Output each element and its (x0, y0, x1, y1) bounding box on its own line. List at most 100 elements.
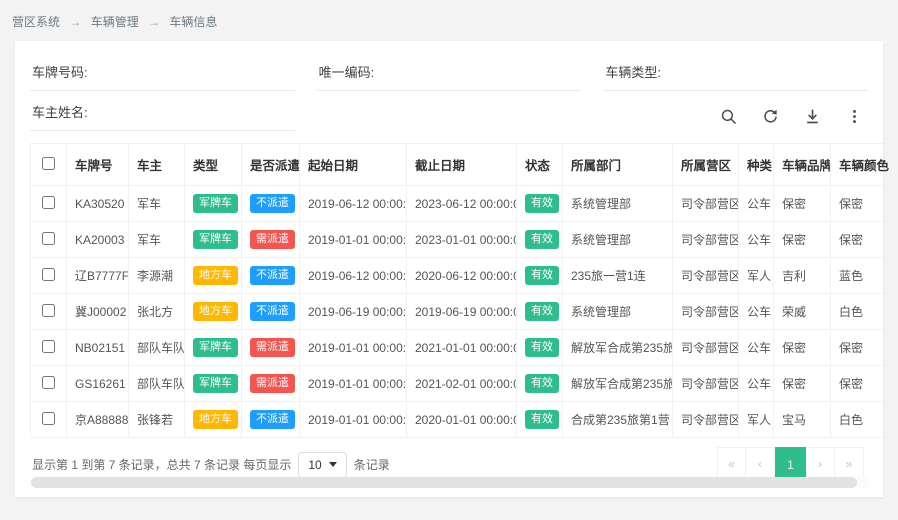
records-unit-text: 条记录 (354, 456, 390, 473)
horizontal-scrollbar-thumb[interactable] (31, 477, 857, 488)
column-header: 车主 (129, 144, 185, 186)
type-badge: 军牌车 (193, 194, 238, 213)
column-header: 车辆颜色 (831, 144, 897, 186)
owner-name-field: 车主姓名: (30, 93, 295, 131)
type-cell: 军牌车 (185, 186, 242, 222)
start-date-cell: 2019-01-01 00:00:00 (300, 366, 407, 402)
status-cell: 有效 (517, 258, 563, 294)
download-icon (804, 108, 821, 125)
row-checkbox[interactable] (42, 304, 55, 317)
camp-cell: 司令部营区 (673, 402, 739, 438)
color-cell: 白色 (831, 402, 897, 438)
breadcrumb-item-vehicle-management[interactable]: 车辆管理 (91, 15, 139, 29)
download-button[interactable] (804, 108, 822, 126)
row-checkbox[interactable] (42, 340, 55, 353)
camp-cell: 司令部营区 (673, 258, 739, 294)
vehicle-type-input[interactable] (667, 63, 866, 80)
department-cell: 合成第235旅第1营 (563, 402, 673, 438)
refresh-button[interactable] (762, 108, 780, 126)
row-checkbox[interactable] (42, 412, 55, 425)
table-row: 辽B7777F李源潮地方车不派遣2019-06-12 00:00:002020-… (31, 258, 897, 294)
type-badge: 地方车 (193, 266, 238, 285)
dispatch-cell: 需派遣 (242, 330, 300, 366)
start-date-cell: 2019-06-12 00:00:00 (300, 186, 407, 222)
search-icon (720, 108, 737, 125)
dispatch-badge: 不派遣 (250, 266, 295, 285)
plate-cell: GS16261 (67, 366, 129, 402)
plate-number-field: 车牌号码: (30, 53, 295, 91)
pagination-last[interactable]: » (835, 447, 864, 480)
status-badge: 有效 (525, 194, 559, 213)
column-header: 车辆品牌 (774, 144, 831, 186)
pagination-prev[interactable]: ‹ (746, 447, 775, 480)
breadcrumb-item-vehicle-info[interactable]: 车辆信息 (169, 15, 217, 29)
column-header: 截止日期 (407, 144, 517, 186)
department-cell: 解放军合成第235旅 (563, 330, 673, 366)
brand-cell: 保密 (774, 222, 831, 258)
start-date-cell: 2019-01-01 00:00:00 (300, 222, 407, 258)
table-row: NB02151部队车队军牌车需派遣2019-01-01 00:00:002021… (31, 330, 897, 366)
breadcrumb-separator-icon: → (69, 15, 81, 29)
status-cell: 有效 (517, 402, 563, 438)
status-badge: 有效 (525, 410, 559, 429)
table-row: KA30520军车军牌车不派遣2019-06-12 00:00:002023-0… (31, 186, 897, 222)
status-cell: 有效 (517, 294, 563, 330)
records-summary-text: 显示第 1 到第 7 条记录，总共 7 条记录 每页显示 (32, 456, 291, 473)
checkbox-cell (31, 402, 67, 438)
page-size-select[interactable]: 10 (298, 452, 346, 478)
dispatch-badge: 需派遣 (250, 338, 295, 357)
pagination-summary: 显示第 1 到第 7 条记录，总共 7 条记录 每页显示 10 条记录 (32, 452, 390, 478)
search-button[interactable] (720, 108, 738, 126)
select-all-header-cell (31, 144, 67, 186)
horizontal-scrollbar-track (30, 477, 869, 488)
dispatch-cell: 不派遣 (242, 294, 300, 330)
filter-row-1: 车牌号码: 唯一编码: 车辆类型: (30, 53, 868, 91)
status-badge: 有效 (525, 338, 559, 357)
checkbox-cell (31, 258, 67, 294)
unique-code-input[interactable] (380, 63, 579, 80)
table-row: 冀J00002张北方地方车不派遣2019-06-19 00:00:002019-… (31, 294, 897, 330)
owner-cell: 张北方 (129, 294, 185, 330)
type-badge: 地方车 (193, 410, 238, 429)
plate-number-label: 车牌号码: (32, 62, 88, 81)
dispatch-badge: 不派遣 (250, 194, 295, 213)
caret-down-icon (329, 462, 337, 467)
type-badge: 军牌车 (193, 338, 238, 357)
camp-cell: 司令部营区 (673, 330, 739, 366)
kind-cell: 公车 (739, 366, 774, 402)
color-cell: 蓝色 (831, 258, 897, 294)
dispatch-cell: 不派遣 (242, 186, 300, 222)
department-cell: 系统管理部 (563, 294, 673, 330)
owner-cell: 张锋若 (129, 402, 185, 438)
table-row: 京A88888张锋若地方车不派遣2019-01-01 00:00:002020-… (31, 402, 897, 438)
row-checkbox[interactable] (42, 376, 55, 389)
vehicle-type-label: 车辆类型: (605, 62, 661, 81)
row-checkbox[interactable] (42, 196, 55, 209)
pagination-next[interactable]: › (806, 447, 835, 480)
breadcrumb-item-system[interactable]: 营区系统 (12, 15, 60, 29)
status-cell: 有效 (517, 186, 563, 222)
row-checkbox[interactable] (42, 232, 55, 245)
select-all-checkbox[interactable] (42, 157, 55, 170)
plate-number-input[interactable] (94, 63, 293, 80)
dispatch-cell: 不派遣 (242, 258, 300, 294)
more-options-button[interactable] (846, 108, 864, 126)
table-header-row: 车牌号车主类型是否派遣起始日期截止日期状态所属部门所属营区种类车辆品牌车辆颜色 (31, 144, 897, 186)
department-cell: 系统管理部 (563, 186, 673, 222)
vehicle-table: 车牌号车主类型是否派遣起始日期截止日期状态所属部门所属营区种类车辆品牌车辆颜色 … (30, 143, 897, 438)
owner-cell: 部队车队 (129, 366, 185, 402)
pagination-first[interactable]: « (717, 447, 746, 480)
end-date-cell: 2023-06-12 00:00:00 (407, 186, 517, 222)
row-checkbox[interactable] (42, 268, 55, 281)
owner-name-input[interactable] (94, 103, 293, 120)
kind-cell: 公车 (739, 186, 774, 222)
column-header: 所属营区 (673, 144, 739, 186)
camp-cell: 司令部营区 (673, 366, 739, 402)
breadcrumb: 营区系统 → 车辆管理 → 车辆信息 (0, 0, 898, 41)
type-badge: 军牌车 (193, 230, 238, 249)
column-header: 状态 (517, 144, 563, 186)
brand-cell: 荣威 (774, 294, 831, 330)
dispatch-badge: 不派遣 (250, 410, 295, 429)
column-header: 所属部门 (563, 144, 673, 186)
breadcrumb-separator-icon: → (148, 15, 160, 29)
